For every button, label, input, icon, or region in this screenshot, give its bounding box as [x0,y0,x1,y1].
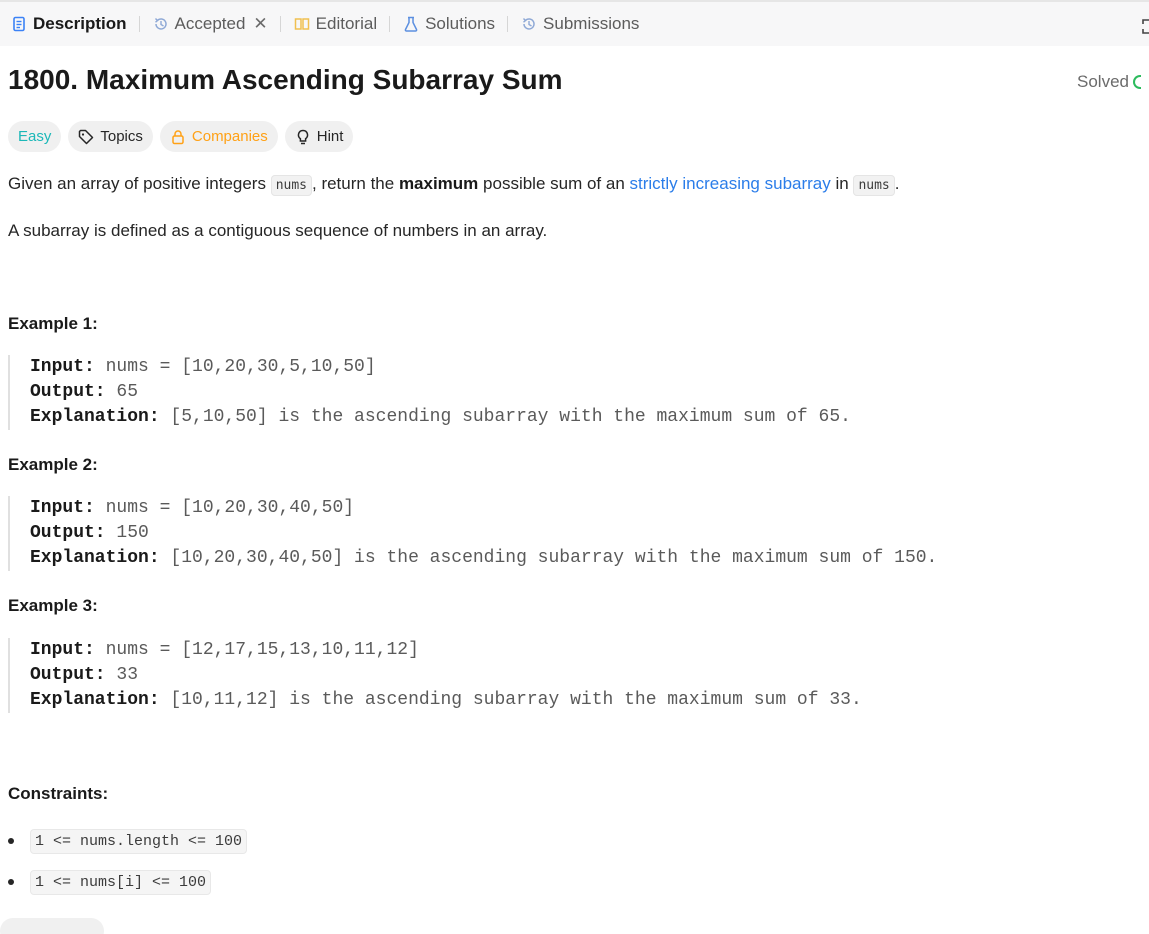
difficulty-badge: Easy [8,121,62,152]
bold-text: maximum [398,174,479,193]
tag-icon [78,129,94,145]
explanation-label: Explanation: [30,690,160,710]
output-value: 33 [105,665,139,685]
solved-status: Solved [1077,72,1141,92]
text: possible sum of an [478,174,630,193]
tab-label: Editorial [315,14,378,33]
flask-icon [402,15,420,33]
book-icon [293,15,311,33]
input-label: Input: [30,498,95,518]
output-label: Output: [30,523,106,543]
example-block: Input: nums = [10,20,30,40,50] Output: 1… [8,496,1008,571]
explanation-value: [5,10,50] is the ascending subarray with… [159,407,851,427]
example-title: Example 2: [8,455,98,474]
tab-divider [507,16,509,32]
example-block: Input: nums = [10,20,30,5,10,50] Output:… [8,355,1008,430]
input-label: Input: [30,357,95,377]
output-label: Output: [30,382,106,402]
input-value: nums = [12,17,15,13,10,11,12] [94,640,419,660]
difficulty-label: Easy [18,128,52,145]
tab-bar: Description Accepted ✕ Editorial Solutio… [0,0,1149,46]
input-value: nums = [10,20,30,5,10,50] [94,357,376,377]
expand-icon[interactable] [1139,16,1149,36]
constraint-code: 1 <= nums[i] <= 100 [30,869,212,895]
history-icon [152,15,170,33]
list-item: 1 <= nums[i] <= 100 [8,869,247,895]
input-value: nums = [10,20,30,40,50] [94,498,355,518]
example-title: Example 3: [8,596,98,615]
lock-icon [170,129,186,145]
constraints-list: 1 <= nums.length <= 100 1 <= nums[i] <= … [8,828,248,910]
tag-chips: Easy Topics Companies Hint [8,121,354,152]
topics-label: Topics [100,128,143,145]
tab-divider [138,16,140,32]
document-icon [10,15,28,33]
output-label: Output: [30,665,106,685]
constraint-code: 1 <= nums.length <= 100 [30,828,248,854]
tab-editorial[interactable]: Editorial [289,9,381,39]
hint-button[interactable]: Hint [284,121,354,152]
constraints-title: Constraints: [8,784,109,803]
tab-description[interactable]: Description [6,9,131,39]
bullet [8,879,14,885]
output-value: 150 [105,523,149,543]
page-title: 1800. Maximum Ascending Subarray Sum [8,64,563,95]
tab-label: Submissions [543,14,640,33]
tab-divider [389,16,391,32]
close-icon[interactable]: ✕ [253,14,267,34]
like-dislike-group[interactable] [0,918,104,934]
text: . [894,174,900,193]
explanation-label: Explanation: [30,407,160,427]
tab-submissions[interactable]: Submissions [516,9,643,39]
description-paragraph: A subarray is defined as a contiguous se… [8,221,548,240]
input-label: Input: [30,640,95,660]
history-icon [520,15,538,33]
example-block: Input: nums = [12,17,15,13,10,11,12] Out… [8,638,1008,713]
text: Given an array of positive integers [8,174,271,193]
text: , return the [312,174,399,193]
tab-label: Accepted [174,14,246,33]
companies-button[interactable]: Companies [159,121,278,152]
bullet [8,838,14,844]
lightbulb-icon [295,129,311,145]
tab-accepted[interactable]: Accepted ✕ [148,9,272,39]
topics-button[interactable]: Topics [68,121,153,152]
companies-label: Companies [191,128,268,145]
hint-label: Hint [316,128,344,145]
inline-code: nums [853,175,895,196]
check-circle-icon [1133,75,1141,89]
bottom-toolbar [0,918,1149,934]
description-paragraph: Given an array of positive integers nums… [8,174,900,196]
explanation-value: [10,20,30,40,50] is the ascending subarr… [159,548,938,568]
tab-divider [279,16,281,32]
explanation-label: Explanation: [30,548,160,568]
list-item: 1 <= nums.length <= 100 [8,828,248,854]
output-value: 65 [105,382,139,402]
tab-label: Solutions [425,14,496,33]
tab-solutions[interactable]: Solutions [398,9,499,39]
subarray-link[interactable]: strictly increasing subarray [630,174,831,193]
example-title: Example 1: [8,314,98,333]
tab-label: Description [33,14,127,33]
text: in [830,174,854,193]
explanation-value: [10,11,12] is the ascending subarray wit… [159,690,862,710]
inline-code: nums [270,175,312,196]
solved-label: Solved [1077,72,1129,91]
